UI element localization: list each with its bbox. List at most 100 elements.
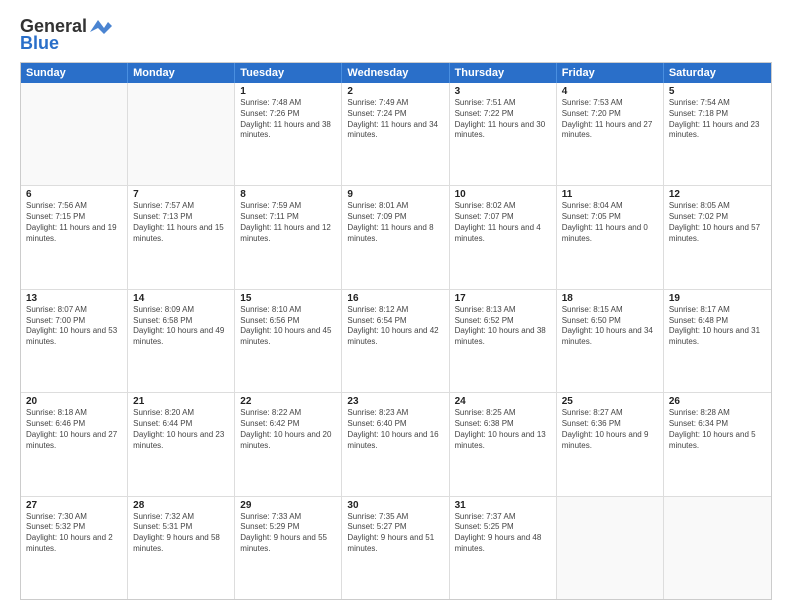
day-number: 25: [562, 396, 658, 407]
day-number: 21: [133, 396, 229, 407]
calendar-cell-empty: [557, 497, 664, 599]
day-number: 12: [669, 189, 766, 200]
calendar-cell-19: 19Sunrise: 8:17 AM Sunset: 6:48 PM Dayli…: [664, 290, 771, 392]
day-info: Sunrise: 7:37 AM Sunset: 5:25 PM Dayligh…: [455, 512, 551, 555]
day-number: 27: [26, 500, 122, 511]
day-info: Sunrise: 7:49 AM Sunset: 7:24 PM Dayligh…: [347, 98, 443, 141]
calendar-cell-16: 16Sunrise: 8:12 AM Sunset: 6:54 PM Dayli…: [342, 290, 449, 392]
calendar-row-3: 13Sunrise: 8:07 AM Sunset: 7:00 PM Dayli…: [21, 289, 771, 392]
day-info: Sunrise: 7:33 AM Sunset: 5:29 PM Dayligh…: [240, 512, 336, 555]
logo-blue-text: Blue: [20, 33, 59, 54]
day-info: Sunrise: 8:01 AM Sunset: 7:09 PM Dayligh…: [347, 201, 443, 244]
weekday-wednesday: Wednesday: [342, 63, 449, 83]
calendar-cell-14: 14Sunrise: 8:09 AM Sunset: 6:58 PM Dayli…: [128, 290, 235, 392]
calendar-cell-31: 31Sunrise: 7:37 AM Sunset: 5:25 PM Dayli…: [450, 497, 557, 599]
day-info: Sunrise: 7:51 AM Sunset: 7:22 PM Dayligh…: [455, 98, 551, 141]
day-info: Sunrise: 8:07 AM Sunset: 7:00 PM Dayligh…: [26, 305, 122, 348]
calendar-cell-29: 29Sunrise: 7:33 AM Sunset: 5:29 PM Dayli…: [235, 497, 342, 599]
day-number: 16: [347, 293, 443, 304]
weekday-monday: Monday: [128, 63, 235, 83]
day-info: Sunrise: 7:57 AM Sunset: 7:13 PM Dayligh…: [133, 201, 229, 244]
calendar-cell-8: 8Sunrise: 7:59 AM Sunset: 7:11 PM Daylig…: [235, 186, 342, 288]
day-info: Sunrise: 8:10 AM Sunset: 6:56 PM Dayligh…: [240, 305, 336, 348]
day-number: 7: [133, 189, 229, 200]
weekday-tuesday: Tuesday: [235, 63, 342, 83]
calendar-row-5: 27Sunrise: 7:30 AM Sunset: 5:32 PM Dayli…: [21, 496, 771, 599]
calendar-cell-2: 2Sunrise: 7:49 AM Sunset: 7:24 PM Daylig…: [342, 83, 449, 185]
day-info: Sunrise: 8:02 AM Sunset: 7:07 PM Dayligh…: [455, 201, 551, 244]
day-number: 1: [240, 86, 336, 97]
day-number: 29: [240, 500, 336, 511]
day-number: 5: [669, 86, 766, 97]
day-info: Sunrise: 8:04 AM Sunset: 7:05 PM Dayligh…: [562, 201, 658, 244]
calendar-cell-25: 25Sunrise: 8:27 AM Sunset: 6:36 PM Dayli…: [557, 393, 664, 495]
day-info: Sunrise: 8:09 AM Sunset: 6:58 PM Dayligh…: [133, 305, 229, 348]
page-header: General Blue: [20, 16, 772, 54]
calendar-cell-7: 7Sunrise: 7:57 AM Sunset: 7:13 PM Daylig…: [128, 186, 235, 288]
calendar-cell-empty: [128, 83, 235, 185]
day-number: 2: [347, 86, 443, 97]
calendar-cell-15: 15Sunrise: 8:10 AM Sunset: 6:56 PM Dayli…: [235, 290, 342, 392]
calendar-cell-20: 20Sunrise: 8:18 AM Sunset: 6:46 PM Dayli…: [21, 393, 128, 495]
day-number: 14: [133, 293, 229, 304]
day-number: 22: [240, 396, 336, 407]
day-info: Sunrise: 7:30 AM Sunset: 5:32 PM Dayligh…: [26, 512, 122, 555]
day-number: 26: [669, 396, 766, 407]
calendar-cell-3: 3Sunrise: 7:51 AM Sunset: 7:22 PM Daylig…: [450, 83, 557, 185]
calendar-cell-4: 4Sunrise: 7:53 AM Sunset: 7:20 PM Daylig…: [557, 83, 664, 185]
day-number: 6: [26, 189, 122, 200]
calendar-cell-5: 5Sunrise: 7:54 AM Sunset: 7:18 PM Daylig…: [664, 83, 771, 185]
day-number: 24: [455, 396, 551, 407]
weekday-sunday: Sunday: [21, 63, 128, 83]
weekday-thursday: Thursday: [450, 63, 557, 83]
day-info: Sunrise: 7:53 AM Sunset: 7:20 PM Dayligh…: [562, 98, 658, 141]
day-number: 13: [26, 293, 122, 304]
day-info: Sunrise: 7:35 AM Sunset: 5:27 PM Dayligh…: [347, 512, 443, 555]
day-info: Sunrise: 7:54 AM Sunset: 7:18 PM Dayligh…: [669, 98, 766, 141]
day-info: Sunrise: 7:32 AM Sunset: 5:31 PM Dayligh…: [133, 512, 229, 555]
day-number: 10: [455, 189, 551, 200]
day-info: Sunrise: 8:22 AM Sunset: 6:42 PM Dayligh…: [240, 408, 336, 451]
day-number: 20: [26, 396, 122, 407]
day-info: Sunrise: 8:25 AM Sunset: 6:38 PM Dayligh…: [455, 408, 551, 451]
day-number: 11: [562, 189, 658, 200]
day-info: Sunrise: 8:28 AM Sunset: 6:34 PM Dayligh…: [669, 408, 766, 451]
calendar-body: 1Sunrise: 7:48 AM Sunset: 7:26 PM Daylig…: [21, 83, 771, 599]
calendar-cell-30: 30Sunrise: 7:35 AM Sunset: 5:27 PM Dayli…: [342, 497, 449, 599]
day-info: Sunrise: 8:17 AM Sunset: 6:48 PM Dayligh…: [669, 305, 766, 348]
day-info: Sunrise: 8:05 AM Sunset: 7:02 PM Dayligh…: [669, 201, 766, 244]
calendar-cell-1: 1Sunrise: 7:48 AM Sunset: 7:26 PM Daylig…: [235, 83, 342, 185]
weekday-saturday: Saturday: [664, 63, 771, 83]
day-info: Sunrise: 8:13 AM Sunset: 6:52 PM Dayligh…: [455, 305, 551, 348]
calendar-cell-22: 22Sunrise: 8:22 AM Sunset: 6:42 PM Dayli…: [235, 393, 342, 495]
day-info: Sunrise: 7:56 AM Sunset: 7:15 PM Dayligh…: [26, 201, 122, 244]
day-info: Sunrise: 8:12 AM Sunset: 6:54 PM Dayligh…: [347, 305, 443, 348]
calendar-header: Sunday Monday Tuesday Wednesday Thursday…: [21, 63, 771, 83]
day-number: 18: [562, 293, 658, 304]
calendar-cell-27: 27Sunrise: 7:30 AM Sunset: 5:32 PM Dayli…: [21, 497, 128, 599]
calendar-cell-6: 6Sunrise: 7:56 AM Sunset: 7:15 PM Daylig…: [21, 186, 128, 288]
calendar-cell-17: 17Sunrise: 8:13 AM Sunset: 6:52 PM Dayli…: [450, 290, 557, 392]
calendar-cell-23: 23Sunrise: 8:23 AM Sunset: 6:40 PM Dayli…: [342, 393, 449, 495]
calendar-row-4: 20Sunrise: 8:18 AM Sunset: 6:46 PM Dayli…: [21, 392, 771, 495]
weekday-friday: Friday: [557, 63, 664, 83]
calendar-cell-11: 11Sunrise: 8:04 AM Sunset: 7:05 PM Dayli…: [557, 186, 664, 288]
day-info: Sunrise: 7:48 AM Sunset: 7:26 PM Dayligh…: [240, 98, 336, 141]
calendar-cell-24: 24Sunrise: 8:25 AM Sunset: 6:38 PM Dayli…: [450, 393, 557, 495]
day-number: 8: [240, 189, 336, 200]
day-number: 9: [347, 189, 443, 200]
day-number: 23: [347, 396, 443, 407]
calendar-cell-9: 9Sunrise: 8:01 AM Sunset: 7:09 PM Daylig…: [342, 186, 449, 288]
day-number: 17: [455, 293, 551, 304]
calendar-cell-26: 26Sunrise: 8:28 AM Sunset: 6:34 PM Dayli…: [664, 393, 771, 495]
calendar-cell-21: 21Sunrise: 8:20 AM Sunset: 6:44 PM Dayli…: [128, 393, 235, 495]
logo-bird-icon: [90, 18, 112, 36]
day-number: 4: [562, 86, 658, 97]
day-number: 15: [240, 293, 336, 304]
calendar-cell-10: 10Sunrise: 8:02 AM Sunset: 7:07 PM Dayli…: [450, 186, 557, 288]
logo: General Blue: [20, 16, 112, 54]
day-info: Sunrise: 8:15 AM Sunset: 6:50 PM Dayligh…: [562, 305, 658, 348]
calendar-row-1: 1Sunrise: 7:48 AM Sunset: 7:26 PM Daylig…: [21, 83, 771, 185]
calendar-page: General Blue Sunday Monday Tuesday Wedne…: [0, 0, 792, 612]
day-number: 19: [669, 293, 766, 304]
